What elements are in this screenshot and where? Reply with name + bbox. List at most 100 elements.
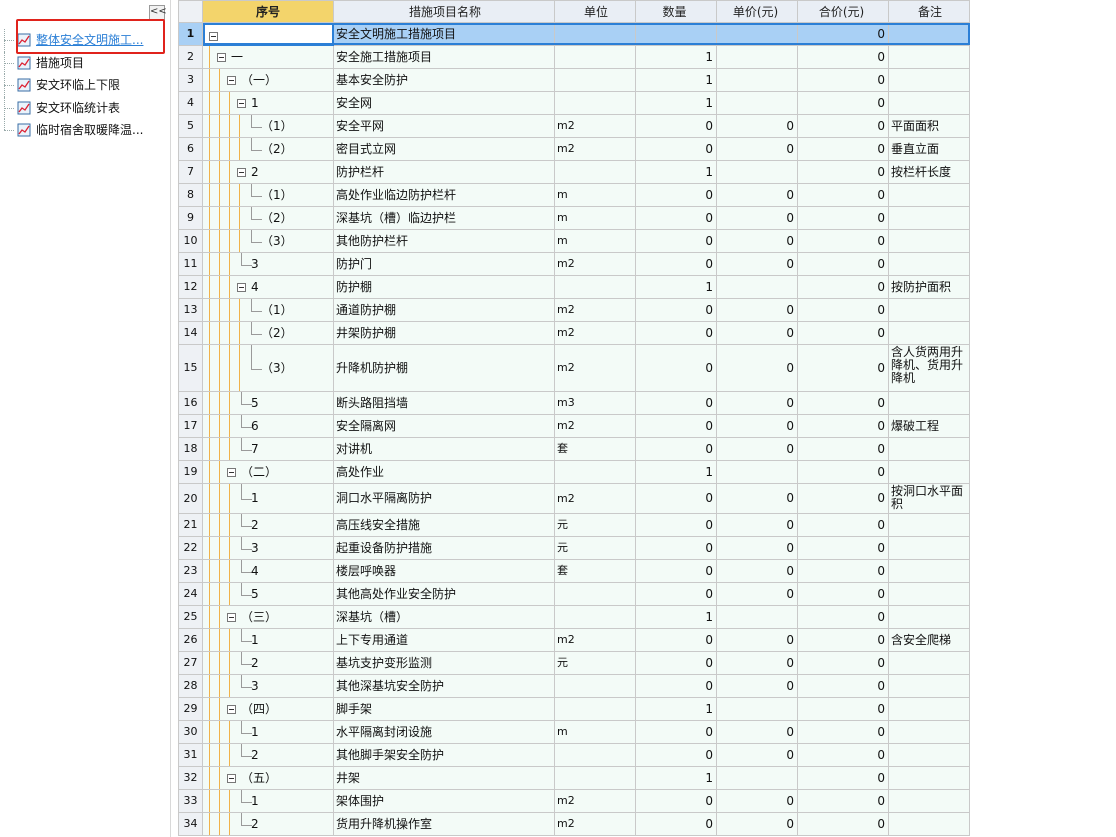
unit-price-cell[interactable]: 0 (717, 415, 798, 438)
seq-cell[interactable]: 2 (203, 813, 334, 836)
unit-price-cell[interactable]: 0 (717, 322, 798, 345)
unit-cell[interactable]: 元 (555, 537, 636, 560)
seq-cell[interactable]: （2） (203, 138, 334, 161)
seq-cell[interactable]: 7 (203, 438, 334, 461)
quantity-cell[interactable] (636, 23, 717, 46)
item-name-cell[interactable]: 货用升降机操作室 (334, 813, 555, 836)
remarks-cell[interactable]: 爆破工程 (889, 415, 970, 438)
seq-cell[interactable]: （四） (203, 698, 334, 721)
item-name-cell[interactable]: 安全网 (334, 92, 555, 115)
item-name-cell[interactable]: 其他防护栏杆 (334, 230, 555, 253)
table-row[interactable]: 32 （五） 井架 1 0 (178, 767, 970, 790)
seq-cell[interactable]: 2 (203, 652, 334, 675)
unit-cell[interactable] (555, 744, 636, 767)
unit-cell[interactable] (555, 583, 636, 606)
seq-cell[interactable]: 5 (203, 392, 334, 415)
table-row[interactable]: 17 6 安全隔离网 m2 0 0 0 爆破工程 (178, 415, 970, 438)
table-row[interactable]: 7 2 防护栏杆 1 0 按栏杆长度 (178, 161, 970, 184)
total-price-cell[interactable]: 0 (798, 69, 889, 92)
unit-price-cell[interactable]: 0 (717, 744, 798, 767)
unit-price-cell[interactable]: 0 (717, 253, 798, 276)
row-number-cell[interactable]: 8 (178, 184, 203, 207)
row-number-cell[interactable]: 21 (178, 514, 203, 537)
unit-price-cell[interactable] (717, 46, 798, 69)
total-price-cell[interactable]: 0 (798, 23, 889, 46)
unit-cell[interactable] (555, 276, 636, 299)
quantity-cell[interactable]: 0 (636, 230, 717, 253)
quantity-cell[interactable]: 0 (636, 652, 717, 675)
row-number-cell[interactable]: 18 (178, 438, 203, 461)
total-price-cell[interactable]: 0 (798, 629, 889, 652)
remarks-cell[interactable]: 含安全爬梯 (889, 629, 970, 652)
row-number-cell[interactable]: 16 (178, 392, 203, 415)
unit-price-cell[interactable]: 0 (717, 514, 798, 537)
item-name-cell[interactable]: 高处作业 (334, 461, 555, 484)
unit-price-cell[interactable]: 0 (717, 790, 798, 813)
seq-cell[interactable]: 1 (203, 790, 334, 813)
remarks-cell[interactable] (889, 461, 970, 484)
unit-cell[interactable] (555, 46, 636, 69)
total-price-cell[interactable]: 0 (798, 767, 889, 790)
unit-price-cell[interactable]: 0 (717, 484, 798, 514)
unit-cell[interactable] (555, 675, 636, 698)
item-name-cell[interactable]: 安全施工措施项目 (334, 46, 555, 69)
item-name-cell[interactable]: 断头路阻挡墙 (334, 392, 555, 415)
row-number-cell[interactable]: 23 (178, 560, 203, 583)
unit-price-cell[interactable]: 0 (717, 184, 798, 207)
collapse-panel-button[interactable]: << (149, 5, 167, 20)
table-row[interactable]: 30 1 水平隔离封闭设施 m 0 0 0 (178, 721, 970, 744)
total-price-cell[interactable]: 0 (798, 583, 889, 606)
quantity-cell[interactable]: 1 (636, 767, 717, 790)
row-number-cell[interactable]: 7 (178, 161, 203, 184)
header-quantity[interactable]: 数量 (636, 0, 717, 23)
row-number-cell[interactable]: 10 (178, 230, 203, 253)
unit-cell[interactable] (555, 606, 636, 629)
row-number-cell[interactable]: 25 (178, 606, 203, 629)
unit-cell[interactable]: m2 (555, 790, 636, 813)
table-row[interactable]: 31 2 其他脚手架安全防护 0 0 0 (178, 744, 970, 767)
collapse-toggle-icon[interactable] (237, 168, 246, 177)
quantity-cell[interactable]: 0 (636, 744, 717, 767)
unit-price-cell[interactable] (717, 606, 798, 629)
table-row[interactable]: 27 2 基坑支护变形监测元 0 0 0 (178, 652, 970, 675)
total-price-cell[interactable]: 0 (798, 415, 889, 438)
remarks-cell[interactable] (889, 537, 970, 560)
unit-price-cell[interactable] (717, 23, 798, 46)
total-price-cell[interactable]: 0 (798, 253, 889, 276)
row-number-cell[interactable]: 9 (178, 207, 203, 230)
remarks-cell[interactable] (889, 606, 970, 629)
unit-price-cell[interactable]: 0 (717, 652, 798, 675)
item-name-cell[interactable]: 升降机防护棚 (334, 345, 555, 392)
header-total-price[interactable]: 合价(元) (798, 0, 889, 23)
sheet-nav-item[interactable]: 临时宿舍取暖降温... (0, 119, 170, 142)
total-price-cell[interactable]: 0 (798, 299, 889, 322)
header-seq[interactable]: 序号 (203, 0, 334, 23)
remarks-cell[interactable] (889, 790, 970, 813)
collapse-toggle-icon[interactable] (227, 613, 236, 622)
collapse-toggle-icon[interactable] (237, 283, 246, 292)
row-number-cell[interactable]: 32 (178, 767, 203, 790)
unit-cell[interactable] (555, 767, 636, 790)
unit-price-cell[interactable]: 0 (717, 207, 798, 230)
unit-price-cell[interactable] (717, 161, 798, 184)
quantity-cell[interactable]: 1 (636, 698, 717, 721)
row-number-cell[interactable]: 22 (178, 537, 203, 560)
remarks-cell[interactable] (889, 652, 970, 675)
unit-price-cell[interactable] (717, 698, 798, 721)
table-row[interactable]: 23 4 楼层呼唤器套 0 0 0 (178, 560, 970, 583)
table-row[interactable]: 1 安全文明施工措施项目 0 (178, 23, 970, 46)
row-number-cell[interactable]: 6 (178, 138, 203, 161)
unit-price-cell[interactable]: 0 (717, 230, 798, 253)
unit-cell[interactable]: 元 (555, 514, 636, 537)
seq-cell[interactable]: （二） (203, 461, 334, 484)
row-number-cell[interactable]: 2 (178, 46, 203, 69)
unit-cell[interactable] (555, 698, 636, 721)
item-name-cell[interactable]: 深基坑（槽）临边护栏 (334, 207, 555, 230)
item-name-cell[interactable]: 通道防护棚 (334, 299, 555, 322)
quantity-cell[interactable]: 0 (636, 345, 717, 392)
table-row[interactable]: 5 （1） 安全平网 m2 0 0 0 平面面积 (178, 115, 970, 138)
unit-cell[interactable] (555, 161, 636, 184)
remarks-cell[interactable] (889, 698, 970, 721)
table-row[interactable]: 18 7 对讲机套 0 0 0 (178, 438, 970, 461)
item-name-cell[interactable]: 井架防护棚 (334, 322, 555, 345)
